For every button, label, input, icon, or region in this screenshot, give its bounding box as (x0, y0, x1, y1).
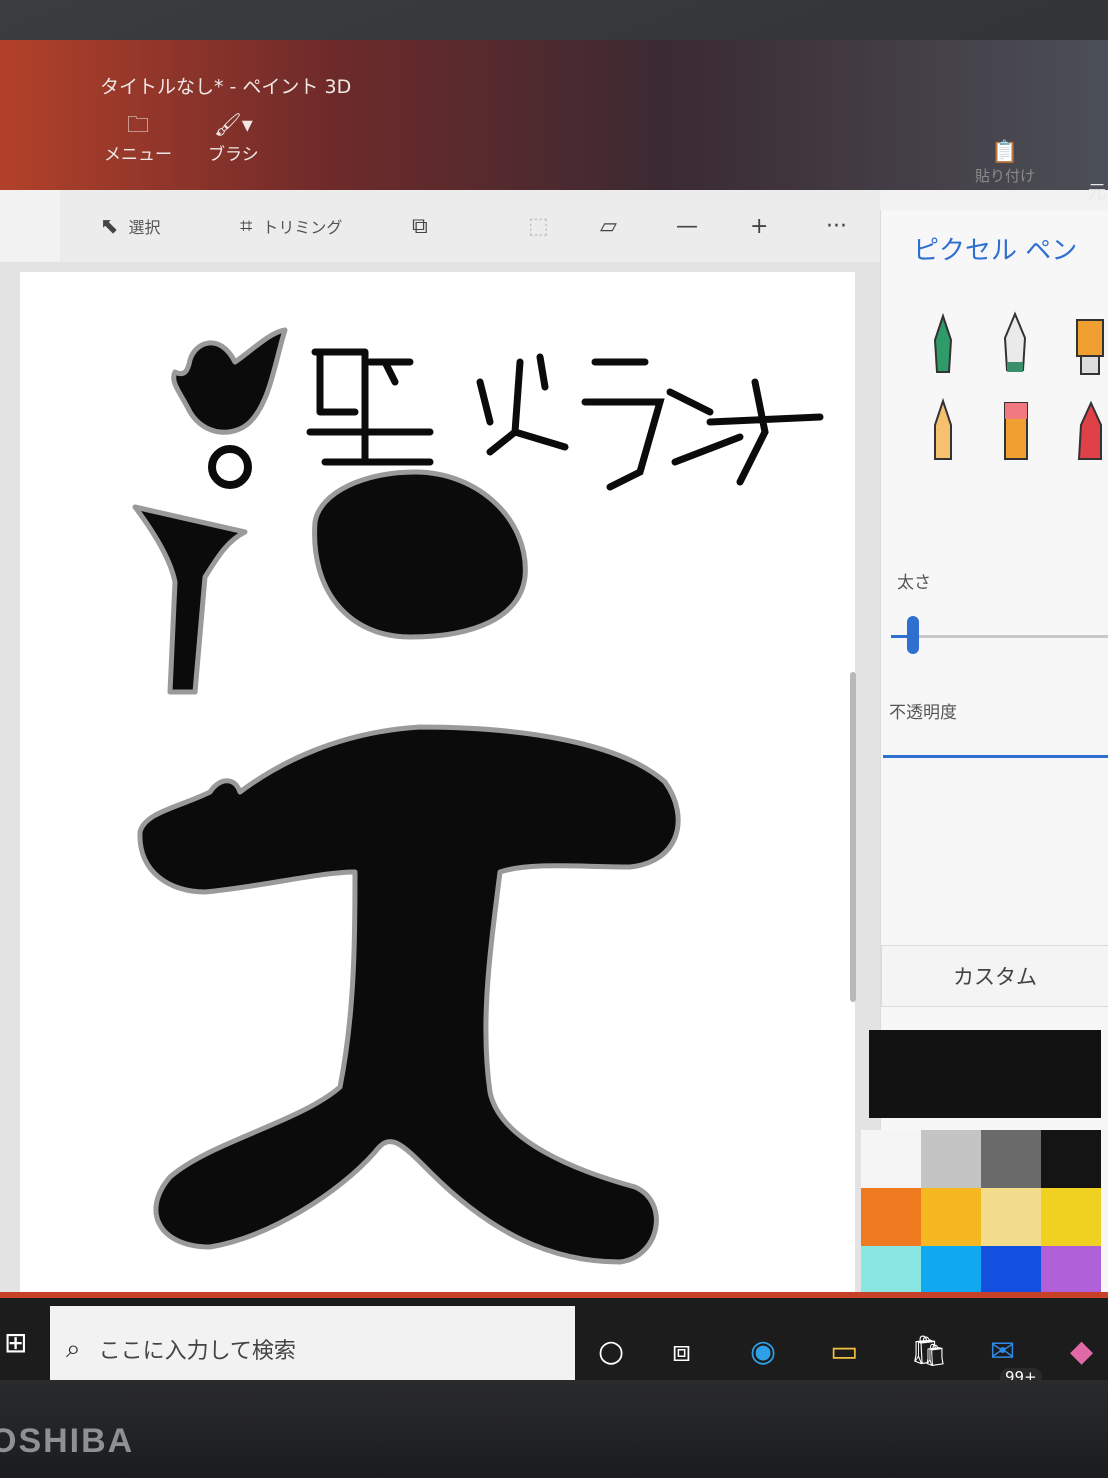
thickness-slider-track (891, 635, 1108, 638)
select-label: 選択 (128, 218, 161, 237)
title-bar: タイトルなし* - ペイント 3D 🗀 メニュー 🖌▾ ブラシ 📋 貼り付け 元 (0, 40, 1108, 203)
brushes-button[interactable]: 🖌▾ ブラシ (208, 112, 259, 165)
drawing (132, 327, 824, 1265)
magic-select-icon: ⧉ (412, 213, 428, 239)
canvas-toolbar: ⬉ 選択 ⌗ トリミング ⧉ ⬚ ⏥ — + ··· (60, 190, 880, 262)
drawing-canvas[interactable] (20, 272, 856, 1339)
title-strokes (306, 348, 824, 491)
trim-label: トリミング (262, 218, 343, 237)
mixed-reality-icon: ⬚ (528, 213, 549, 239)
palette-swatch[interactable] (861, 1130, 921, 1188)
vertical-scrollbar[interactable] (850, 672, 856, 1002)
minus-icon: — (676, 213, 698, 239)
magic-select-tool[interactable]: ⧉ (412, 214, 428, 239)
menu-button[interactable]: 🗀 メニュー (104, 112, 172, 165)
calligraphy-pen-icon[interactable] (995, 310, 1035, 380)
marker-icon[interactable] (923, 310, 963, 380)
flag-icon: ⏥ (600, 213, 617, 239)
mixed-reality-button[interactable]: ⬚ (528, 214, 549, 239)
canvas-area (0, 262, 880, 1339)
menu-label: メニュー (104, 145, 172, 165)
edge-icon[interactable]: ◉ (750, 1334, 776, 1369)
task-view-icon[interactable]: ⧈ (672, 1334, 691, 1369)
windows-start-icon[interactable]: ⊞ (4, 1326, 27, 1359)
palette-swatch[interactable] (981, 1188, 1041, 1246)
palette-swatch[interactable] (1041, 1188, 1101, 1246)
flame-shape (171, 327, 288, 435)
monitor-brand-logo: OSHIBA (0, 1422, 135, 1460)
window-title: タイトルなし* - ペイント 3D (100, 76, 352, 98)
search-placeholder: ここに入力して検索 (98, 1339, 296, 1364)
head-shape (312, 469, 528, 640)
custom-color-button[interactable]: カスタム (881, 945, 1108, 1007)
brush-panel: ピクセル ペン 太さ 不透明度 カスタム (851, 210, 1108, 1378)
view-2d-button[interactable]: ⏥ (600, 214, 617, 239)
clipboard-icon: 📋 (991, 140, 1019, 165)
brushes-label: ブラシ (208, 145, 259, 165)
palette-swatch[interactable] (981, 1130, 1041, 1188)
torch-cup-shape (132, 504, 248, 695)
palette-swatch[interactable] (921, 1188, 981, 1246)
eraser-icon[interactable] (995, 395, 1035, 465)
paste-label: 貼り付け (975, 167, 1036, 185)
select-tool[interactable]: ⬉ 選択 (100, 214, 160, 239)
crayon-icon[interactable] (1069, 395, 1108, 465)
opacity-slider[interactable] (883, 755, 1108, 758)
monitor-bezel-bottom (0, 1380, 1108, 1478)
plus-icon: + (750, 213, 769, 239)
thickness-label: 太さ (897, 573, 931, 593)
panel-title: ピクセル ペン (913, 236, 1078, 266)
taskbar: ⊞ ⌕ ここに入力して検索 ○ ⧈ ◉ ▭ 🛍 ✉ 99+ ◆ (0, 1292, 1108, 1392)
color-palette (861, 1130, 1101, 1304)
oil-brush-icon[interactable] (1069, 310, 1108, 380)
search-icon: ⌕ (66, 1333, 81, 1364)
thickness-slider-thumb[interactable] (907, 616, 919, 654)
more-icon: ··· (826, 213, 847, 239)
paste-button[interactable]: 📋 貼り付け (975, 140, 1035, 186)
palette-swatch[interactable] (861, 1188, 921, 1246)
current-color-swatch[interactable] (869, 1030, 1101, 1118)
cursor-icon: ⬉ (100, 213, 119, 239)
store-icon[interactable]: 🛍 (910, 1334, 948, 1369)
cortana-icon[interactable]: ○ (598, 1334, 624, 1369)
paint3d-icon[interactable]: ◆ (1070, 1334, 1093, 1369)
body-shape (137, 724, 681, 1265)
folder-icon: 🗀 (126, 113, 149, 138)
zoom-out-button[interactable]: — (676, 214, 698, 239)
palette-swatch[interactable] (921, 1130, 981, 1188)
zoom-in-button[interactable]: + (750, 214, 768, 239)
pencil-icon[interactable] (923, 395, 963, 465)
brush-icon: 🖌▾ (213, 113, 253, 138)
crop-icon: ⌗ (240, 213, 253, 239)
screen: タイトルなし* - ペイント 3D 🗀 メニュー 🖌▾ ブラシ 📋 貼り付け 元… (0, 40, 1108, 1392)
trim-tool[interactable]: ⌗ トリミング (240, 214, 342, 239)
mail-icon[interactable]: ✉ (990, 1334, 1015, 1369)
undo-button[interactable]: 元 (1088, 178, 1106, 204)
file-explorer-icon[interactable]: ▭ (830, 1334, 858, 1369)
more-button[interactable]: ··· (826, 214, 847, 239)
flame-core-shape (208, 445, 252, 489)
palette-swatch[interactable] (1041, 1130, 1101, 1188)
opacity-label: 不透明度 (889, 703, 957, 723)
